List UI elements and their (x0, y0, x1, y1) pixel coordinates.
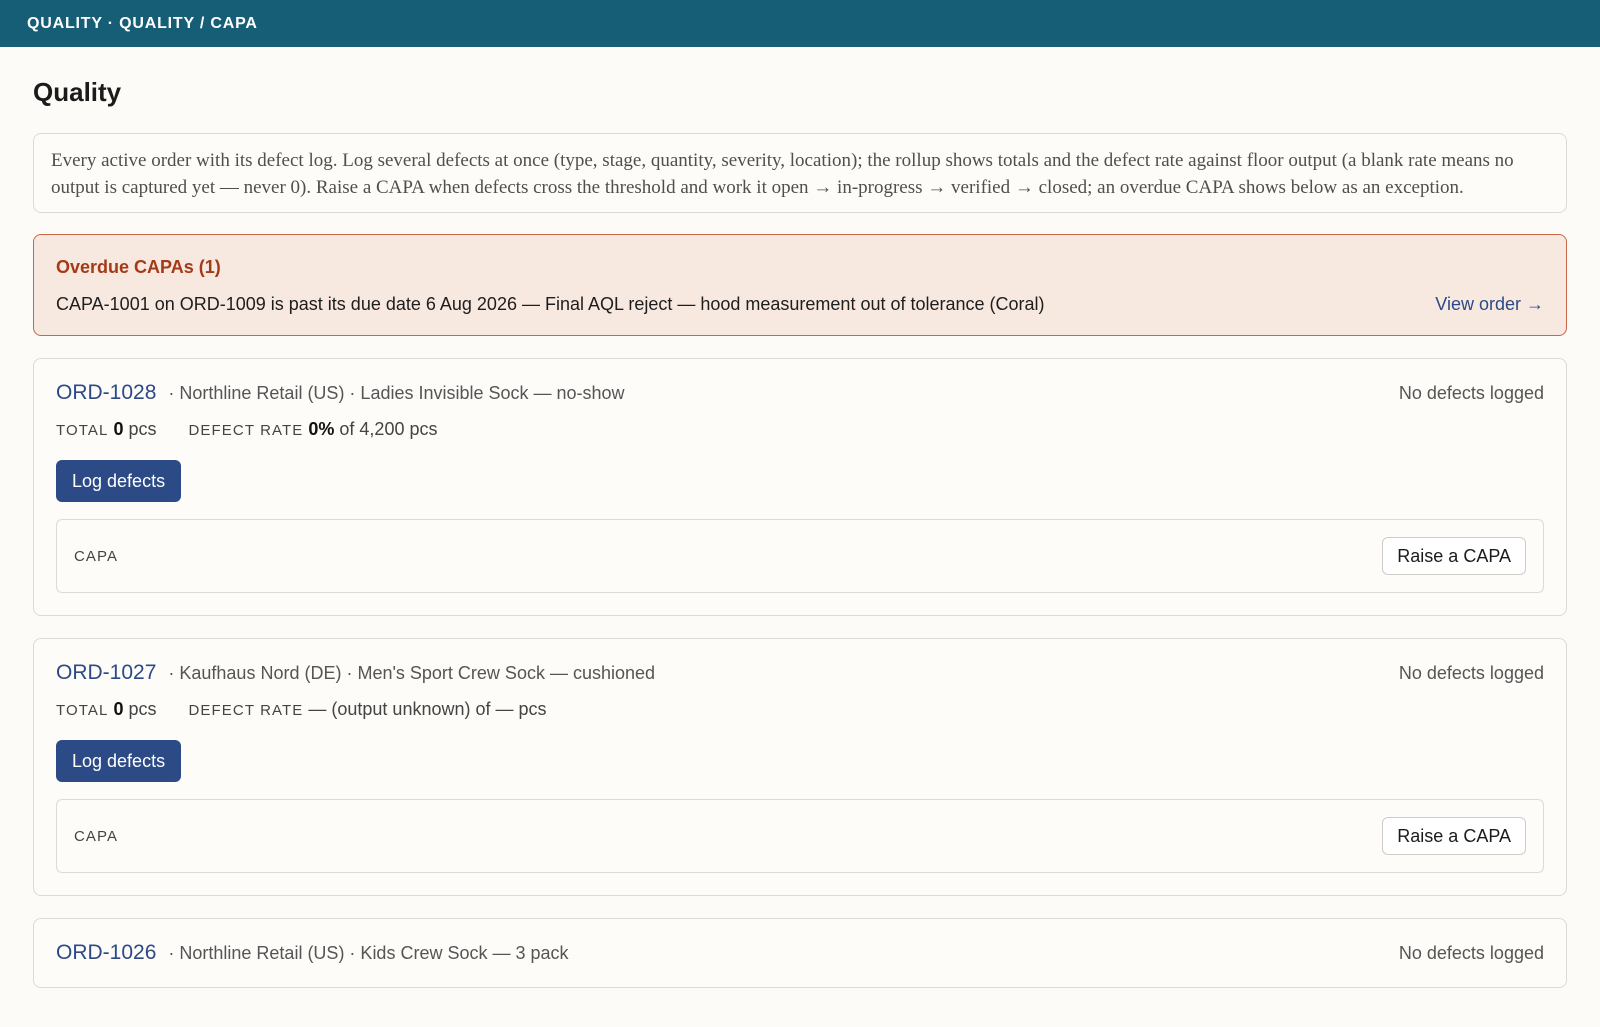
defect-rate-detail: of 4,200 pcs (334, 419, 438, 439)
defect-rate-stat: DEFECT RATE — (output unknown) of — pcs (189, 699, 547, 720)
order-meta: · Northline Retail (US) · Ladies Invisib… (168, 383, 625, 403)
order-card: ORD-1027 · Kaufhaus Nord (DE) · Men's Sp… (33, 638, 1567, 896)
main-content: Quality Every active order with its defe… (0, 77, 1600, 988)
order-stats: TOTAL 0 pcs DEFECT RATE 0% of 4,200 pcs (56, 419, 1544, 440)
defect-rate-label: DEFECT RATE (188, 422, 304, 439)
total-stat: TOTAL 0 pcs (56, 699, 157, 720)
defect-rate-detail: — (output unknown) of — pcs (308, 699, 547, 719)
defect-rate-label: DEFECT RATE (188, 702, 304, 719)
total-label: TOTAL (56, 422, 109, 439)
order-link[interactable]: ORD-1028 (56, 381, 156, 405)
log-defects-button[interactable]: Log defects (56, 740, 182, 782)
view-order-link[interactable]: View order → (1435, 294, 1544, 315)
order-card: ORD-1028 · Northline Retail (US) · Ladie… (33, 358, 1567, 616)
total-stat: TOTAL 0 pcs (56, 419, 157, 440)
order-card: ORD-1026 · Northline Retail (US) · Kids … (33, 918, 1567, 988)
order-card-header: ORD-1027 · Kaufhaus Nord (DE) · Men's Sp… (56, 661, 1544, 685)
capa-label: CAPA (74, 827, 119, 845)
raise-capa-button[interactable]: Raise a CAPA (1382, 537, 1526, 575)
page-title: Quality (33, 77, 122, 107)
capa-label: CAPA (74, 547, 119, 565)
alert-row: CAPA-1001 on ORD-1009 is past its due da… (56, 294, 1544, 315)
capa-section: CAPA Raise a CAPA (56, 799, 1544, 873)
order-card-header: ORD-1026 · Northline Retail (US) · Kids … (56, 941, 1544, 965)
total-label: TOTAL (56, 702, 109, 719)
defect-status: No defects logged (1398, 943, 1544, 963)
defect-status: No defects logged (1398, 383, 1544, 403)
overdue-capa-alert: Overdue CAPAs (1) CAPA-1001 on ORD-1009 … (33, 234, 1567, 336)
capa-section: CAPA Raise a CAPA (56, 519, 1544, 593)
total-value: 0 (113, 419, 124, 439)
total-unit: pcs (123, 419, 157, 439)
total-unit: pcs (123, 699, 157, 719)
top-bar: QUALITY · QUALITY / CAPA (0, 0, 1600, 47)
alert-message: CAPA-1001 on ORD-1009 is past its due da… (56, 294, 1045, 314)
intro-text: Every active order with its defect log. … (33, 133, 1567, 213)
total-value: 0 (113, 699, 124, 719)
order-stats: TOTAL 0 pcs DEFECT RATE — (output unknown)… (56, 699, 1544, 720)
defect-status: No defects logged (1398, 663, 1544, 683)
order-link[interactable]: ORD-1026 (56, 941, 156, 965)
breadcrumb: QUALITY · QUALITY / CAPA (27, 14, 258, 32)
raise-capa-button[interactable]: Raise a CAPA (1382, 817, 1526, 855)
order-card-header: ORD-1028 · Northline Retail (US) · Ladie… (56, 381, 1544, 405)
alert-title: Overdue CAPAs (1) (56, 257, 221, 277)
order-meta: · Northline Retail (US) · Kids Crew Sock… (168, 943, 569, 963)
log-defects-button[interactable]: Log defects (56, 460, 182, 502)
defect-rate-value: 0% (308, 419, 335, 439)
order-meta: · Kaufhaus Nord (DE) · Men's Sport Crew … (168, 663, 656, 683)
defect-rate-stat: DEFECT RATE 0% of 4,200 pcs (189, 419, 438, 440)
order-link[interactable]: ORD-1027 (56, 661, 156, 685)
